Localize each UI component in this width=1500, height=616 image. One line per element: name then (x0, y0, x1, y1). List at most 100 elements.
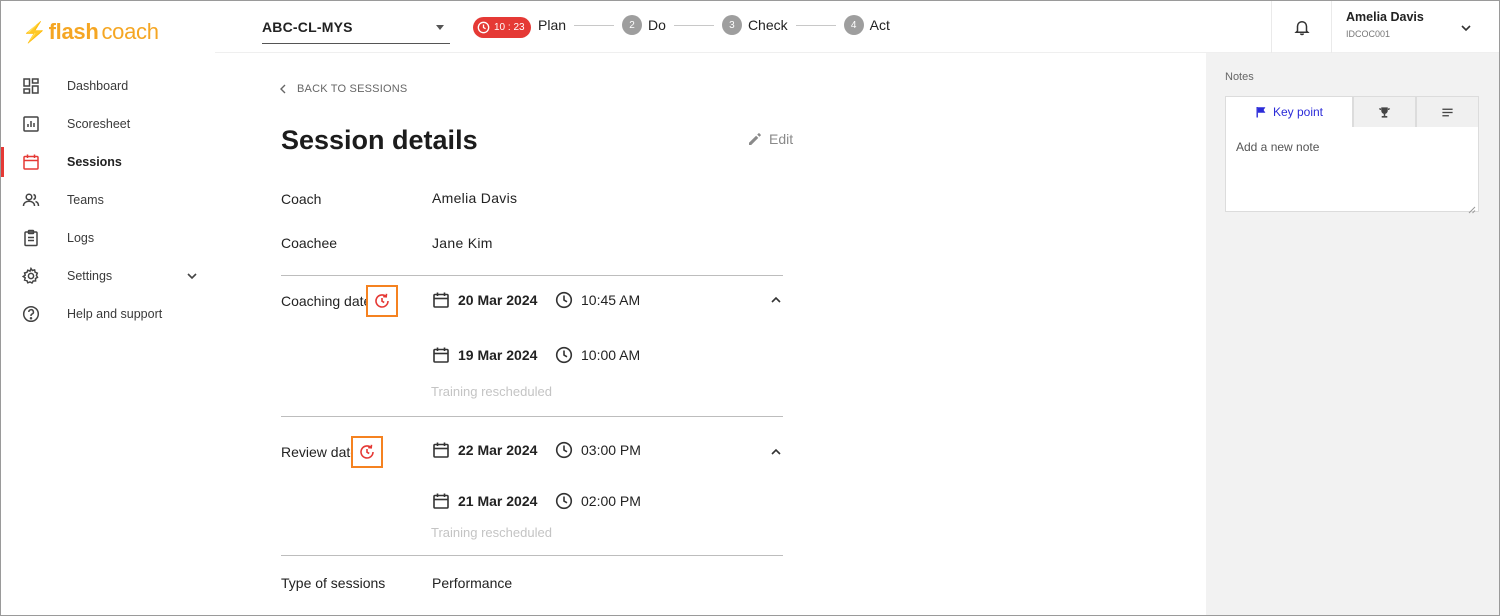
bolt-icon: ⚡ (22, 21, 47, 44)
step-check[interactable]: 3 Check (721, 15, 788, 35)
step-label: Act (869, 17, 890, 33)
step-connector (574, 24, 615, 26)
note-placeholder: Add a new note (1236, 140, 1320, 154)
gear-icon (22, 267, 40, 285)
trophy-icon (1378, 106, 1391, 119)
sidebar-item-label: Help and support (67, 307, 163, 321)
chevron-down-icon[interactable] (185, 269, 199, 283)
date-value: 21 Mar 2024 (458, 493, 538, 509)
step-label: Plan (538, 17, 567, 33)
step-number: 4 (843, 15, 864, 35)
chevron-up-icon[interactable] (769, 293, 783, 307)
resize-handle-icon[interactable] (1468, 201, 1476, 214)
step-connector (673, 24, 714, 26)
calendar-icon (432, 492, 450, 510)
sidebar-item-settings[interactable]: Settings (1, 257, 215, 295)
sidebar-item-help[interactable]: Help and support (1, 295, 215, 333)
sidebar-item-sessions[interactable]: Sessions (1, 143, 215, 181)
clock-icon (555, 291, 573, 309)
divider (1271, 1, 1272, 53)
reschedule-history-button[interactable] (351, 436, 383, 468)
coaching-date-label: Coaching date (281, 293, 372, 309)
step-label: Do (648, 17, 666, 33)
reschedule-note: Training rescheduled (431, 525, 552, 540)
user-menu[interactable]: Amelia Davis IDCOC001 (1346, 10, 1424, 39)
history-icon (375, 293, 389, 308)
time-value: 10:45 AM (581, 292, 641, 308)
step-act[interactable]: 4 Act (843, 15, 890, 35)
date-value: 22 Mar 2024 (458, 442, 538, 458)
review-time-current: 03:00 PM (555, 441, 641, 459)
step-do[interactable]: 2 Do (622, 15, 666, 35)
notes-panel: Notes Key point Add a new note (1206, 53, 1499, 615)
coachee-value: Jane Kim (432, 235, 493, 251)
calendar-icon (22, 153, 40, 171)
step-number: 2 (622, 15, 643, 35)
sidebar: ⚡ flash coach Dashboard Scoresheet Sessi… (1, 1, 215, 615)
session-type-value: Performance (432, 575, 513, 591)
time-value: 10:00 AM (581, 347, 641, 363)
sidebar-item-logs[interactable]: Logs (1, 219, 215, 257)
step-connector (795, 24, 836, 26)
step-number: 3 (721, 15, 742, 35)
top-bar: ABC-CL-MYS 10 : 23 Plan 2 Do 3 Check 4 A… (215, 1, 1499, 53)
edit-label: Edit (769, 131, 794, 147)
tab-achievement[interactable] (1353, 96, 1416, 128)
caret-down-icon (436, 25, 444, 30)
flag-icon (1255, 106, 1267, 118)
coach-value: Amelia Davis (432, 190, 518, 206)
sidebar-item-label: Sessions (67, 155, 122, 169)
chevron-up-icon[interactable] (769, 445, 783, 459)
calendar-icon (432, 346, 450, 364)
step-plan[interactable]: Plan (538, 17, 566, 33)
divider (281, 555, 783, 556)
coaching-time-current: 10:45 AM (555, 291, 640, 309)
brand-logo: ⚡ flash coach (22, 19, 159, 45)
team-select[interactable]: ABC-CL-MYS (262, 10, 450, 44)
date-value: 20 Mar 2024 (458, 292, 538, 308)
timer-value: 10 : 23 (494, 22, 525, 33)
user-id: IDCOC001 (1346, 29, 1391, 39)
notes-tabs: Key point (1225, 96, 1479, 128)
step-label: Check (747, 17, 788, 33)
time-value: 02:00 PM (581, 493, 641, 509)
main-content: BACK TO SESSIONS Session details Edit Co… (215, 53, 1206, 615)
sidebar-item-label: Dashboard (67, 79, 129, 93)
review-time-previous: 02:00 PM (555, 492, 641, 510)
review-date-previous: 21 Mar 2024 (432, 492, 537, 510)
user-name: Amelia Davis (1346, 10, 1424, 24)
edit-button[interactable]: Edit (747, 131, 793, 147)
coachee-label: Coachee (281, 235, 338, 251)
scoresheet-icon (22, 115, 40, 133)
team-select-value: ABC-CL-MYS (262, 18, 353, 35)
coach-label: Coach (281, 191, 322, 207)
sidebar-item-teams[interactable]: Teams (1, 181, 215, 219)
clipboard-icon (22, 229, 40, 247)
sidebar-item-label: Logs (67, 231, 95, 245)
chevron-down-icon[interactable] (1459, 21, 1473, 35)
reschedule-note: Training rescheduled (431, 384, 552, 399)
date-value: 19 Mar 2024 (458, 347, 538, 363)
back-to-sessions-link[interactable]: BACK TO SESSIONS (279, 83, 407, 95)
back-label: BACK TO SESSIONS (297, 83, 408, 95)
calendar-icon (432, 441, 450, 459)
history-icon (360, 444, 374, 459)
tab-key-point[interactable]: Key point (1225, 96, 1353, 128)
sidebar-item-dashboard[interactable]: Dashboard (1, 67, 215, 105)
tab-general-notes[interactable] (1416, 96, 1479, 128)
coaching-date-current: 20 Mar 2024 (432, 291, 537, 309)
bell-icon[interactable] (1293, 18, 1311, 36)
pdca-stepper: Plan 2 Do 3 Check 4 Act (538, 15, 890, 35)
chevron-left-icon (279, 84, 287, 94)
sidebar-item-scoresheet[interactable]: Scoresheet (1, 105, 215, 143)
time-value: 03:00 PM (581, 442, 641, 458)
timer-badge: 10 : 23 (473, 17, 531, 38)
reschedule-history-button[interactable] (366, 285, 398, 317)
divider (281, 275, 783, 276)
brand-name-coach: coach (101, 19, 159, 44)
tab-label: Key point (1272, 105, 1324, 119)
note-input[interactable]: Add a new note (1225, 127, 1479, 214)
clock-icon (555, 492, 573, 510)
session-type-label: Type of sessions (281, 575, 386, 591)
sidebar-item-label: Scoresheet (67, 117, 131, 131)
